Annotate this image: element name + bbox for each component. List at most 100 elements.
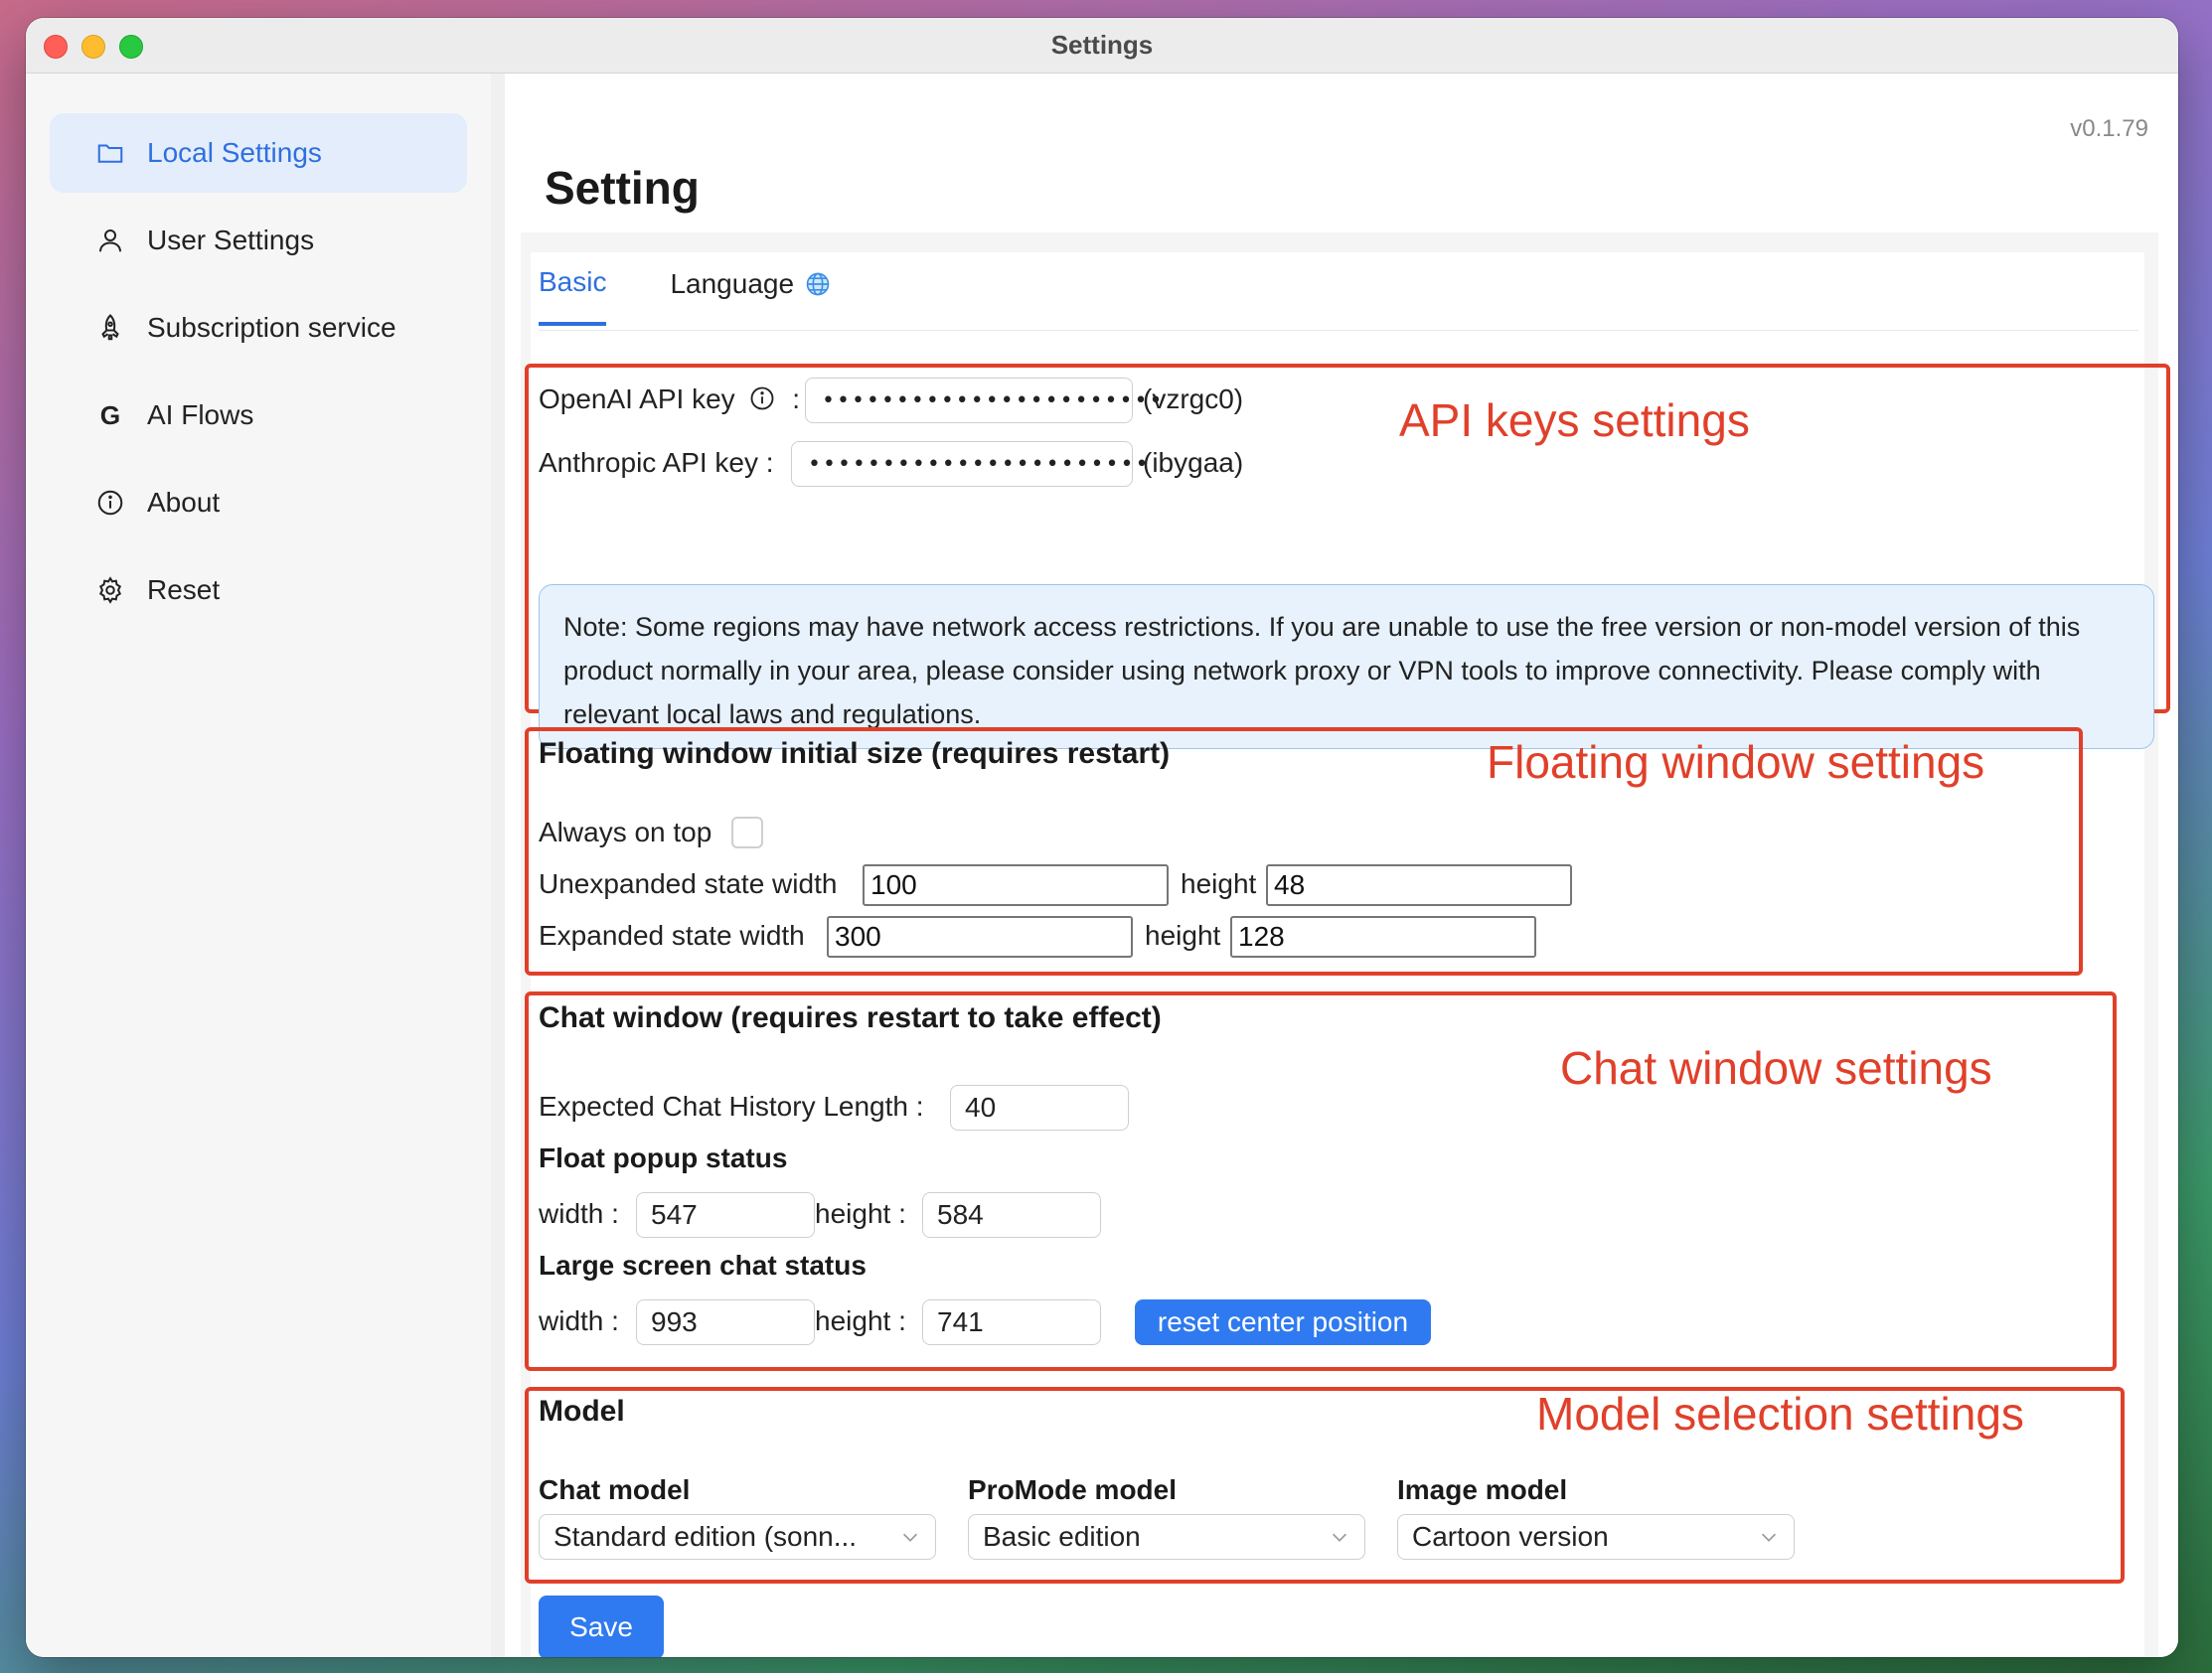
sidebar-divider — [491, 74, 505, 1657]
promode-model-select[interactable]: Basic edition — [968, 1514, 1365, 1560]
rocket-icon — [95, 313, 125, 343]
sidebar-item-label: AI Flows — [147, 399, 254, 430]
openai-api-key-label: OpenAI API key : — [539, 383, 800, 415]
tab-underline — [539, 330, 2138, 331]
unexpanded-height-input[interactable]: 48 — [1266, 864, 1572, 906]
always-on-top-checkbox[interactable] — [731, 817, 763, 848]
promode-model-value: Basic edition — [983, 1521, 1141, 1552]
openai-api-key-input[interactable]: ••••••••••••••••••••••• — [805, 378, 1162, 423]
history-length-label: Expected Chat History Length : — [539, 1091, 924, 1123]
anthropic-label-text: Anthropic API key — [539, 447, 759, 478]
gear-icon — [95, 575, 125, 605]
width-label-colon: : — [611, 1305, 619, 1336]
sidebar-item-local-settings[interactable]: Local Settings — [50, 113, 467, 193]
float-popup-title: Float popup status — [539, 1142, 788, 1173]
sidebar-item-user-settings[interactable]: User Settings — [50, 201, 467, 280]
window-title: Settings — [1050, 30, 1154, 60]
float-height-label: height : — [815, 1198, 906, 1230]
chevron-down-icon — [1761, 1533, 1777, 1542]
info-icon — [95, 488, 125, 518]
sidebar-item-label: Reset — [147, 574, 221, 605]
tab-basic[interactable]: Basic — [539, 266, 607, 326]
settings-window: Settings Local Settings User Settings Su… — [26, 18, 2178, 1657]
sidebar-item-about[interactable]: About — [50, 463, 467, 542]
float-width-input[interactable]: 547 — [636, 1192, 815, 1238]
chevron-down-icon — [1332, 1533, 1347, 1542]
tab-label: Basic — [539, 266, 607, 297]
sidebar-item-label: User Settings — [147, 225, 315, 255]
chat-model-value: Standard edition (sonn... — [553, 1521, 858, 1552]
folder-icon — [95, 138, 125, 168]
sidebar-item-reset[interactable]: Reset — [50, 550, 467, 630]
sidebar: Local Settings User Settings Subscriptio… — [26, 74, 491, 1657]
height-label-colon: : — [898, 1305, 906, 1336]
version-label: v0.1.79 — [2070, 115, 2148, 142]
expanded-height-label: height — [1145, 920, 1221, 951]
anthropic-api-key-label: Anthropic API key : — [539, 447, 774, 479]
large-width-input[interactable]: 993 — [636, 1299, 815, 1345]
annotation-chat-window: Chat window settings — [1560, 1042, 1992, 1094]
image-model-label: Image model — [1397, 1474, 1568, 1505]
close-window-button[interactable] — [44, 35, 68, 59]
unexpanded-width-input[interactable]: 100 — [863, 864, 1169, 906]
width-label-text: width — [539, 1198, 604, 1229]
g-logo-icon: G — [95, 400, 125, 430]
tab-language[interactable]: Language — [670, 266, 832, 326]
title-bar: Settings — [26, 18, 2178, 74]
height-label-colon: : — [898, 1198, 906, 1229]
unexpanded-height-label: height — [1181, 868, 1257, 899]
history-length-input[interactable]: 40 — [950, 1085, 1129, 1131]
globe-icon — [806, 272, 830, 296]
expanded-height-input[interactable]: 128 — [1230, 916, 1536, 958]
annotation-floating-window: Floating window settings — [1487, 736, 1985, 788]
sidebar-item-ai-flows[interactable]: G AI Flows — [50, 376, 467, 455]
history-label-colon: : — [915, 1091, 924, 1122]
width-label-text: width — [539, 1305, 604, 1336]
chat-model-label: Chat model — [539, 1474, 691, 1505]
sidebar-item-label: Local Settings — [147, 137, 322, 168]
always-on-top-label: Always on top — [539, 817, 712, 847]
anthropic-key-suffix: (ibygaa) — [1143, 447, 1244, 478]
history-label-text: Expected Chat History Length — [539, 1091, 908, 1122]
info-icon[interactable] — [748, 384, 776, 412]
tab-bar: Basic Language — [539, 266, 832, 326]
expanded-width-input[interactable]: 300 — [827, 916, 1133, 958]
large-height-input[interactable]: 741 — [922, 1299, 1101, 1345]
minimize-window-button[interactable] — [81, 35, 105, 59]
anthropic-api-key-input[interactable]: ••••••••••••••••••••••• — [791, 441, 1148, 487]
traffic-lights — [44, 35, 143, 59]
openai-label-text: OpenAI API key — [539, 383, 735, 414]
main-content: v0.1.79 Setting Basic Language API keys … — [505, 74, 2178, 1657]
model-title: Model — [539, 1395, 625, 1428]
anthropic-label-colon: : — [765, 447, 774, 478]
promode-model-label: ProMode model — [968, 1474, 1178, 1505]
sidebar-item-label: Subscription service — [147, 312, 396, 343]
page-title: Setting — [545, 162, 700, 214]
height-label-text: height — [815, 1198, 891, 1229]
large-height-label: height : — [815, 1305, 906, 1337]
float-width-label: width : — [539, 1198, 619, 1230]
expanded-width-label: Expanded state width — [539, 920, 805, 951]
sidebar-item-label: About — [147, 487, 221, 518]
annotation-model-selection: Model selection settings — [1536, 1388, 2024, 1440]
unexpanded-width-label: Unexpanded state width — [539, 868, 838, 899]
tab-label: Language — [670, 268, 795, 299]
float-height-input[interactable]: 584 — [922, 1192, 1101, 1238]
chat-model-select[interactable]: Standard edition (sonn... — [539, 1514, 936, 1560]
save-button[interactable]: Save — [539, 1596, 664, 1657]
annotation-api-keys: API keys settings — [1399, 394, 1750, 446]
height-label-text: height — [815, 1305, 891, 1336]
image-model-value: Cartoon version — [1412, 1521, 1609, 1552]
large-screen-title: Large screen chat status — [539, 1250, 867, 1281]
chevron-down-icon — [902, 1533, 918, 1542]
image-model-select[interactable]: Cartoon version — [1397, 1514, 1795, 1560]
svg-text:G: G — [100, 400, 120, 430]
sidebar-item-subscription[interactable]: Subscription service — [50, 288, 467, 368]
floating-window-title: Floating window initial size (requires r… — [539, 737, 1171, 770]
network-note: Note: Some regions may have network acce… — [539, 584, 2154, 749]
chat-window-title: Chat window (requires restart to take ef… — [539, 1001, 1162, 1034]
reset-center-position-button[interactable]: reset center position — [1135, 1299, 1431, 1345]
width-label-colon: : — [611, 1198, 619, 1229]
openai-key-suffix: (vzrgc0) — [1143, 383, 1244, 414]
zoom-window-button[interactable] — [119, 35, 143, 59]
